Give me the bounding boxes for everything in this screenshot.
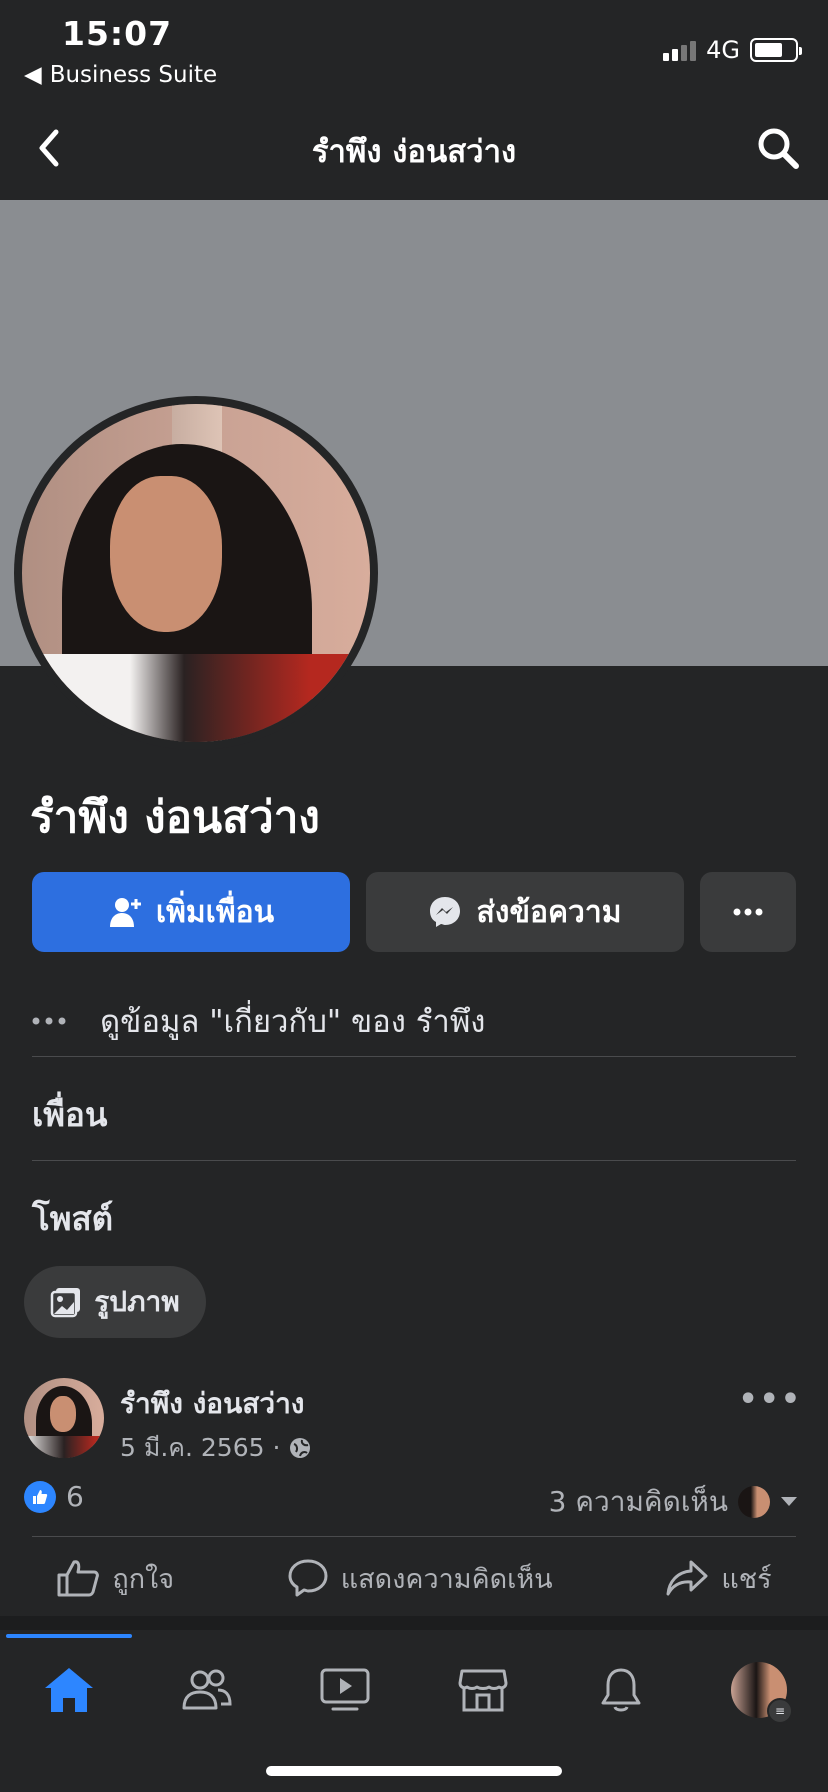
search-icon[interactable] bbox=[754, 124, 802, 172]
network-label: 4G bbox=[706, 36, 740, 64]
comments-count: 3 ความคิดเห็น bbox=[548, 1485, 728, 1518]
post-author-name[interactable]: รำพึง ง่อนสว่าง bbox=[120, 1382, 304, 1426]
comment-label: แสดงความคิดเห็น bbox=[340, 1563, 553, 1595]
message-label: ส่งข้อความ bbox=[476, 894, 622, 930]
back-triangle-icon: ◀ bbox=[24, 62, 42, 88]
marketplace-icon[interactable] bbox=[443, 1650, 523, 1730]
likes-count: 6 bbox=[66, 1480, 84, 1513]
post-more-icon[interactable]: ••• bbox=[738, 1382, 802, 1417]
home-icon[interactable] bbox=[29, 1650, 109, 1730]
globe-icon bbox=[288, 1436, 312, 1460]
like-button[interactable]: ถูกใจ bbox=[56, 1557, 174, 1600]
viewer-avatar bbox=[738, 1486, 770, 1518]
battery-icon bbox=[750, 38, 802, 62]
post-author-avatar[interactable] bbox=[24, 1378, 104, 1458]
add-friend-button[interactable]: เพิ่มเพื่อน bbox=[32, 872, 350, 952]
tab-bar: ≡ bbox=[0, 1640, 828, 1740]
notifications-icon[interactable] bbox=[581, 1650, 661, 1730]
share-label: แชร์ bbox=[721, 1563, 772, 1595]
divider bbox=[32, 1160, 796, 1161]
signal-icon bbox=[663, 39, 697, 61]
reactions-summary[interactable]: 6 bbox=[24, 1480, 84, 1513]
comment-button[interactable]: แสดงความคิดเห็น bbox=[287, 1557, 553, 1600]
more-dots-icon bbox=[733, 908, 763, 916]
home-indicator bbox=[266, 1766, 562, 1776]
about-label: ดูข้อมูล "เกี่ยวกับ" ของ รำพึง bbox=[100, 1004, 486, 1040]
caret-down-icon[interactable] bbox=[780, 1496, 798, 1508]
profile-tab-avatar: ≡ bbox=[731, 1662, 793, 1724]
profile-menu[interactable]: ≡ bbox=[719, 1650, 799, 1730]
tabbar-separator bbox=[0, 1616, 828, 1630]
more-options-button[interactable] bbox=[700, 872, 796, 952]
about-dots-icon bbox=[32, 1017, 66, 1025]
share-button[interactable]: แชร์ bbox=[665, 1557, 772, 1600]
messenger-icon bbox=[428, 895, 462, 929]
posts-section-title: โพสต์ bbox=[32, 1199, 114, 1238]
status-indicators: 4G bbox=[663, 36, 802, 64]
active-tab-indicator bbox=[6, 1634, 132, 1638]
like-label: ถูกใจ bbox=[112, 1563, 175, 1595]
share-icon bbox=[665, 1559, 709, 1597]
photos-chip[interactable]: รูปภาพ bbox=[24, 1266, 206, 1338]
friends-icon[interactable] bbox=[167, 1650, 247, 1730]
message-button[interactable]: ส่งข้อความ bbox=[366, 872, 684, 952]
divider bbox=[32, 1536, 796, 1537]
back-app-label: Business Suite bbox=[49, 62, 218, 88]
post-meta: 5 มี.ค. 2565 · bbox=[120, 1428, 312, 1468]
back-to-app-link[interactable]: ◀ Business Suite bbox=[24, 62, 217, 88]
profile-picture[interactable] bbox=[14, 396, 378, 750]
post-actions: ถูกใจ แสดงความคิดเห็น แชร์ bbox=[0, 1548, 828, 1608]
photos-icon bbox=[50, 1286, 82, 1318]
add-friend-icon bbox=[108, 895, 142, 929]
thumbs-up-icon bbox=[56, 1558, 100, 1598]
friends-section-title[interactable]: เพื่อน bbox=[32, 1088, 107, 1141]
menu-icon: ≡ bbox=[767, 1698, 793, 1724]
divider bbox=[32, 1056, 796, 1057]
like-reaction-icon bbox=[24, 1480, 56, 1513]
photos-label: รูปภาพ bbox=[94, 1285, 180, 1318]
about-link[interactable]: ดูข้อมูล "เกี่ยวกับ" ของ รำพึง bbox=[32, 996, 485, 1046]
profile-name: รำพึง ง่อนสว่าง bbox=[30, 792, 320, 843]
post-date: 5 มี.ค. 2565 · bbox=[120, 1433, 281, 1462]
comments-summary[interactable]: 3 ความคิดเห็น bbox=[549, 1480, 798, 1524]
status-time: 15:07 bbox=[62, 14, 173, 53]
nav-title: รำพึง ง่อนสว่าง bbox=[311, 134, 517, 170]
add-friend-label: เพิ่มเพื่อน bbox=[155, 894, 275, 930]
watch-icon[interactable] bbox=[305, 1650, 385, 1730]
comment-icon bbox=[287, 1558, 329, 1598]
